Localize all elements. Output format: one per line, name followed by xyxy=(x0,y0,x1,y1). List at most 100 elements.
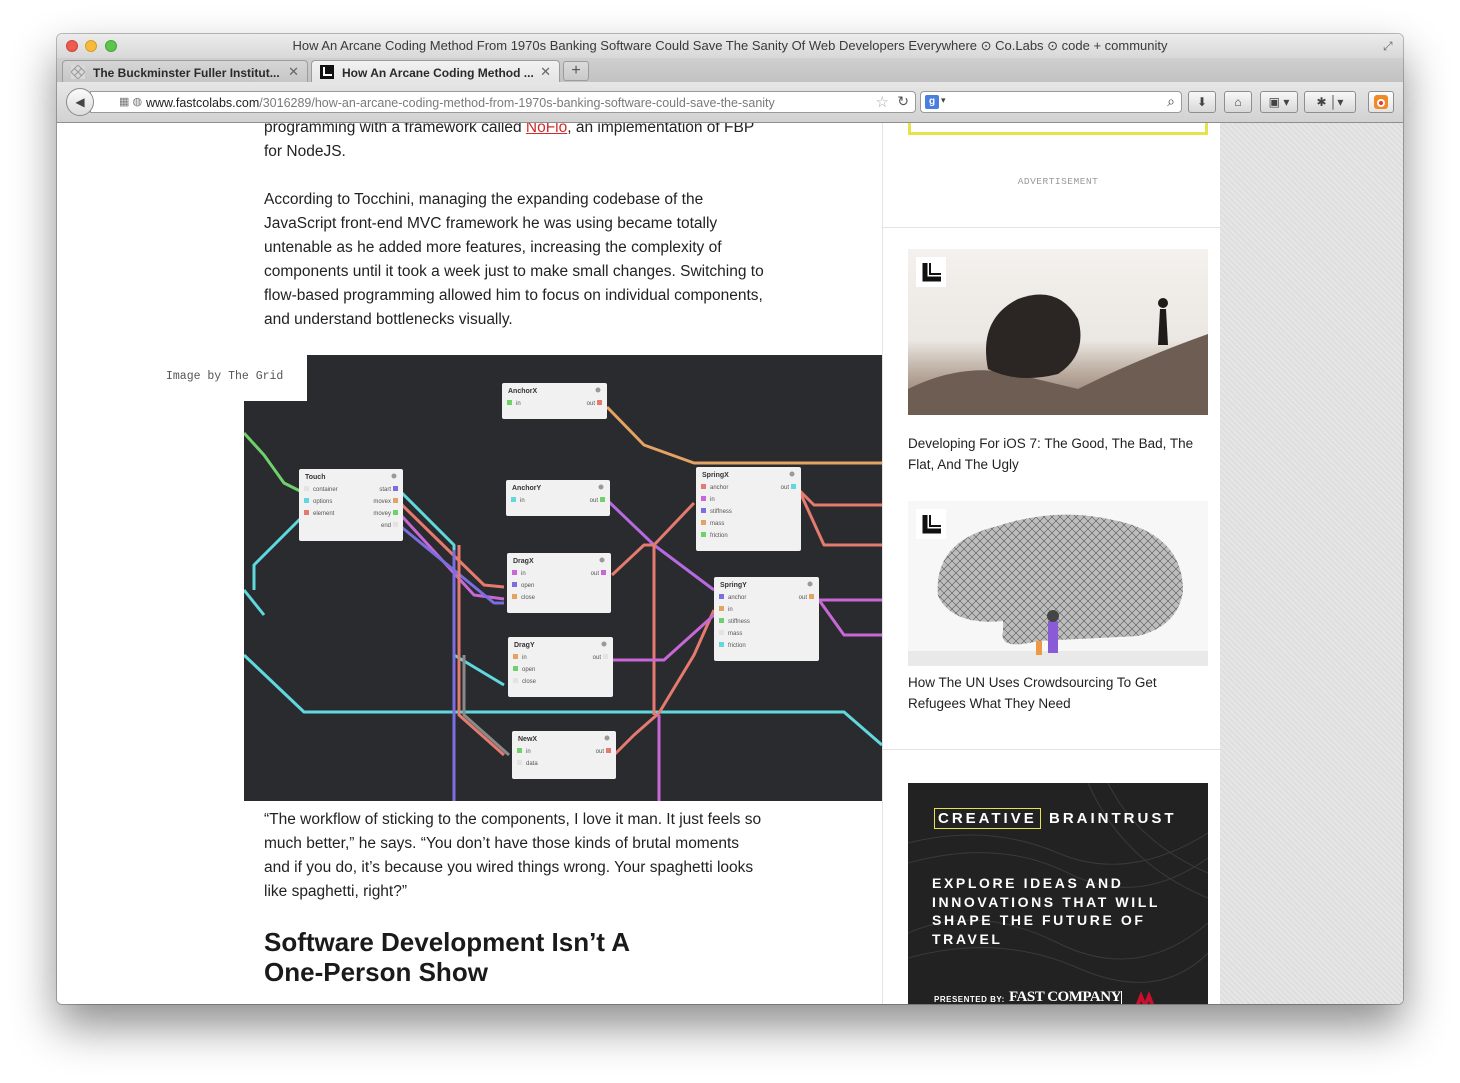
input-port-label: friction xyxy=(728,643,746,649)
tab-close-icon[interactable]: ✕ xyxy=(288,64,299,80)
graph-node[interactable]: Touch container options element start movex mo… xyxy=(299,469,403,541)
input-port-label: mass xyxy=(728,631,742,637)
creative-braintrust-ad[interactable]: CREATIVE BRAINTRUST EXPLORE IDEAS AND IN… xyxy=(908,783,1208,1004)
fastcolabs-logo-icon xyxy=(916,257,946,287)
article-paragraph: According to Tocchini, managing the expa… xyxy=(264,191,764,328)
advertisement-frame[interactable] xyxy=(908,123,1208,135)
wire xyxy=(612,609,716,757)
wire xyxy=(797,488,882,507)
home-icon: ⌂ xyxy=(1234,95,1242,109)
input-port xyxy=(512,582,517,587)
marriott-logo-icon xyxy=(1135,991,1155,1004)
input-port xyxy=(513,678,518,683)
bookmarks-icon: ▣ ▾ xyxy=(1268,95,1290,109)
extension-button[interactable]: ✱ │▾ xyxy=(1304,91,1356,113)
fastcolabs-logo-icon xyxy=(320,65,334,79)
chevron-down-icon[interactable]: ▾ xyxy=(941,95,946,106)
graph-node[interactable]: DragX in open close out xyxy=(507,553,611,613)
input-port-label: in xyxy=(520,498,525,504)
output-port-label: end xyxy=(381,523,391,529)
input-port xyxy=(719,642,724,647)
story-thumbnail-brain[interactable] xyxy=(908,501,1208,666)
search-bar[interactable]: g ▾ ⌕ xyxy=(920,91,1182,113)
output-port xyxy=(603,654,608,659)
graph-node-title: SpringX xyxy=(702,472,729,479)
noflo-link[interactable]: NoFlo xyxy=(526,123,567,136)
input-port-label: in xyxy=(526,749,531,755)
back-button[interactable]: ◀ xyxy=(66,88,94,116)
ad-presented-by: PRESENTED BY: xyxy=(934,995,1005,1004)
graph-node[interactable]: NewX in data out xyxy=(512,731,616,779)
input-port-label: in xyxy=(728,607,733,613)
story-link[interactable]: Developing For iOS 7: The Good, The Bad,… xyxy=(908,433,1208,475)
input-port xyxy=(304,486,309,491)
bookmarks-menu-button[interactable]: ▣ ▾ xyxy=(1260,91,1298,113)
input-port-label: open xyxy=(521,583,534,589)
search-icon[interactable]: ⌕ xyxy=(1167,93,1175,110)
graph-node[interactable]: AnchorY in out xyxy=(506,480,610,516)
url-text[interactable]: www.fastcolabs.com/3016289/how-an-arcane… xyxy=(146,96,775,110)
story-thumbnail-rocks[interactable] xyxy=(908,249,1208,415)
tab-buckminster[interactable]: The Buckminster Fuller Institut... ✕ xyxy=(62,60,308,82)
addon-button[interactable] xyxy=(1368,91,1394,113)
input-port xyxy=(517,760,522,765)
graph-node[interactable]: SpringX anchor in stiffness mass friction out xyxy=(696,467,801,551)
puzzle-icon: ✱ │▾ xyxy=(1316,95,1344,109)
bookmark-star-icon[interactable]: ☆ xyxy=(876,93,889,111)
column-divider xyxy=(882,123,883,1004)
wire xyxy=(244,431,305,495)
url-bar[interactable]: ▦ ◍ www.fastcolabs.com/3016289/how-an-ar… xyxy=(90,91,916,113)
graph-node[interactable]: SpringY anchor in stiffness mass friction out xyxy=(714,577,819,661)
input-port xyxy=(304,498,309,503)
output-port-label: out xyxy=(593,655,602,661)
input-port-label: stiffness xyxy=(710,509,732,515)
downloads-button[interactable]: ⬇ xyxy=(1188,91,1216,113)
wire xyxy=(457,545,505,757)
gear-icon xyxy=(789,471,795,477)
story-link[interactable]: How The UN Uses Crowdsourcing To Get Ref… xyxy=(908,672,1208,714)
ad-headline-braintrust: BRAINTRUST xyxy=(1049,810,1177,827)
wire xyxy=(252,513,306,590)
fastcolabs-logo-icon xyxy=(916,509,946,539)
output-port-label: movey xyxy=(373,511,391,517)
wire xyxy=(398,523,504,605)
gear-icon xyxy=(807,581,813,587)
wire xyxy=(817,599,882,637)
input-port-label: options xyxy=(313,499,332,505)
new-tab-button[interactable]: + xyxy=(563,61,589,81)
tab-close-icon[interactable]: ✕ xyxy=(540,64,551,80)
input-port xyxy=(701,532,706,537)
google-icon[interactable]: g xyxy=(925,95,939,109)
navigation-bar: ▦ ◍ www.fastcolabs.com/3016289/how-an-ar… xyxy=(57,82,1403,123)
gear-icon xyxy=(391,473,397,479)
input-port-label: in xyxy=(521,571,526,577)
site-identity-icon[interactable]: ▦ ◍ xyxy=(119,95,142,108)
input-port-label: friction xyxy=(710,533,728,539)
output-port xyxy=(601,570,606,575)
graph-node[interactable]: AnchorX in out xyxy=(502,383,607,419)
graph-node-title: DragX xyxy=(513,558,534,565)
output-port-label: movex xyxy=(373,499,391,505)
input-port-label: close xyxy=(522,679,537,685)
input-port xyxy=(719,630,724,635)
globe-pattern-icon xyxy=(71,65,85,79)
reload-icon[interactable]: ↻ xyxy=(897,93,909,110)
output-port-label: out xyxy=(591,571,600,577)
home-button[interactable]: ⌂ xyxy=(1224,91,1252,113)
fullscreen-icon[interactable]: ⤢ xyxy=(1383,39,1397,53)
input-port-label: in xyxy=(522,655,527,661)
graph-node[interactable]: DragY in open close out xyxy=(508,637,613,697)
page-viewport: programming with a framework called NoFl… xyxy=(57,123,1403,1004)
title-bar: How An Arcane Coding Method From 1970s B… xyxy=(57,34,1403,58)
graph-nodes: AnchorX in out Touch container options element… xyxy=(299,383,819,779)
output-port xyxy=(393,498,398,503)
tab-arcane-coding[interactable]: How An Arcane Coding Method ... ✕ xyxy=(311,60,560,82)
input-port xyxy=(701,484,706,489)
input-port xyxy=(513,654,518,659)
gear-icon xyxy=(601,641,607,647)
download-arrow-icon: ⬇ xyxy=(1196,95,1208,109)
wire xyxy=(244,589,266,616)
input-port xyxy=(719,594,724,599)
output-port xyxy=(809,594,814,599)
input-port xyxy=(512,594,517,599)
